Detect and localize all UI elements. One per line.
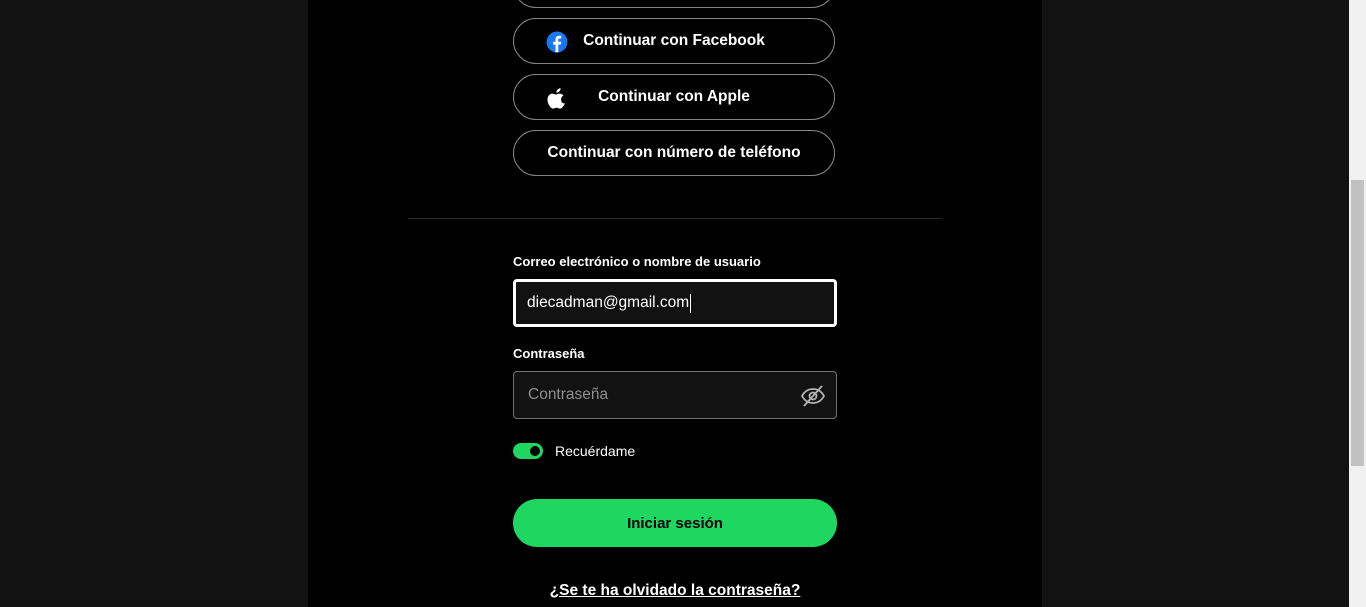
forgot-password-link[interactable]: ¿Se te ha olvidado la contraseña? (513, 582, 837, 600)
continue-apple-button[interactable]: Continuar con Apple (513, 74, 835, 120)
continue-facebook-button[interactable]: Continuar con Facebook (513, 18, 835, 64)
login-button-label: Iniciar sesión (627, 514, 723, 532)
scrollbar[interactable] (1349, 0, 1366, 607)
text-caret (690, 293, 692, 313)
email-label: Correo electrónico o nombre de usuario (513, 254, 761, 269)
password-label: Contraseña (513, 346, 585, 361)
login-button[interactable]: Iniciar sesión (513, 499, 837, 547)
scrollbar-thumb[interactable] (1351, 180, 1364, 466)
remember-label: Recuérdame (555, 443, 636, 459)
password-placeholder: Contraseña (528, 386, 609, 403)
eye-off-icon[interactable] (800, 384, 826, 408)
password-field[interactable]: Contraseña (513, 371, 837, 419)
continue-google-button[interactable] (513, 0, 835, 8)
email-value: diecadman@gmail.com (527, 294, 690, 311)
divider (408, 218, 942, 219)
continue-apple-label: Continuar con Apple (598, 88, 750, 105)
email-field[interactable]: diecadman@gmail.com (513, 279, 837, 327)
login-card: Continuar con Facebook Continuar con App… (308, 0, 1042, 607)
toggle-knob (530, 446, 540, 456)
continue-phone-label: Continuar con número de teléfono (547, 144, 801, 161)
remember-toggle[interactable] (513, 443, 543, 459)
continue-facebook-label: Continuar con Facebook (583, 32, 765, 49)
apple-icon (546, 87, 568, 109)
facebook-icon (546, 31, 568, 53)
continue-phone-button[interactable]: Continuar con número de teléfono (513, 130, 835, 176)
